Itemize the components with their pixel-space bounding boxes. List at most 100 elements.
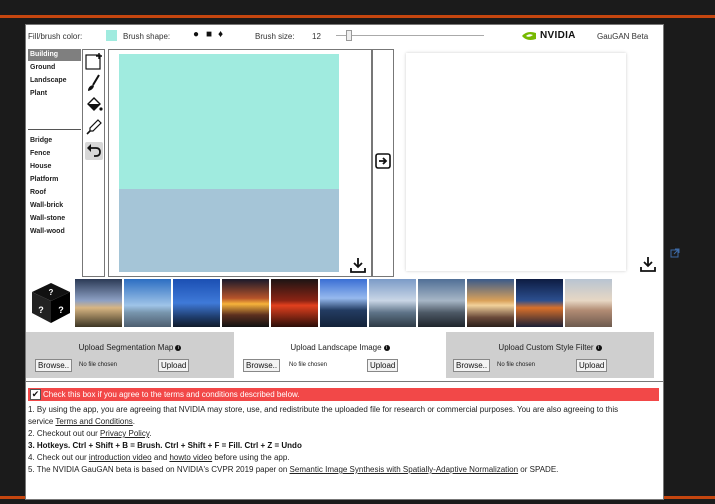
download-output-icon[interactable] (639, 255, 657, 273)
style-thumbnail[interactable] (124, 279, 171, 327)
brush-shape-square[interactable]: ■ (206, 30, 212, 40)
fill-color-label: Fill/brush color: (28, 32, 83, 41)
spade-paper-link[interactable]: Semantic Image Synthesis with Spatially-… (290, 465, 519, 474)
browse-landscape-button[interactable]: Browse.. (243, 359, 281, 372)
label-fence[interactable]: Fence (28, 148, 81, 160)
terms-line-3: 3. Hotkeys. Ctrl + Shift + B = Brush. Ct… (28, 441, 302, 450)
style-thumbnails: ? ? ? (26, 279, 663, 329)
upload-style-button[interactable]: Upload (576, 359, 608, 372)
agree-text: Check this box if you agree to the terms… (43, 390, 300, 399)
brush-size-slider-thumb[interactable] (346, 30, 352, 41)
label-wall-brick[interactable]: Wall-brick (28, 200, 81, 212)
terms-line-1b-end: . (132, 417, 136, 426)
terms-line-5: 5. The NVIDIA GauGAN beta is based on NV… (28, 465, 558, 474)
svg-text:?: ? (58, 305, 64, 315)
svg-text:?: ? (49, 288, 54, 297)
segmentation-canvas-panel (108, 49, 372, 277)
gaugan-app: Fill/brush color: Brush shape: ● ■ ♦ Bru… (25, 24, 664, 500)
terms-line-2: 2. Checkout out our Privacy Policy. (28, 429, 151, 438)
terms-section: ✔ Check this box if you agree to the ter… (26, 381, 663, 499)
label-platform[interactable]: Platform (28, 174, 81, 186)
terms-and-conditions-link[interactable]: Terms and Conditions (55, 417, 132, 426)
upload-segmentation-title: Upload Segmentation Map i (26, 343, 234, 352)
howto-video-link[interactable]: howto video (169, 453, 212, 462)
label-wall-wood[interactable]: Wall-wood (28, 226, 81, 238)
upload-style-title-text: Upload Custom Style Filter (498, 343, 594, 352)
label-wall-stone[interactable]: Wall-stone (28, 213, 81, 225)
style-thumbnail[interactable] (516, 279, 563, 327)
style-thumbnail[interactable] (271, 279, 318, 327)
style-thumbnail[interactable] (320, 279, 367, 327)
nvidia-eye-icon (522, 32, 536, 40)
nvidia-logo: NVIDIA (521, 30, 581, 42)
terms-line-5-text: 5. The NVIDIA GauGAN beta is based on NV… (28, 465, 290, 474)
terms-line-1b-text: service (28, 417, 56, 426)
browse-style-button[interactable]: Browse.. (453, 359, 491, 372)
privacy-policy-link[interactable]: Privacy Policy (100, 429, 149, 438)
undo-icon[interactable] (85, 142, 103, 160)
introduction-video-link[interactable]: introduction video (89, 453, 152, 462)
terms-line-4-text: 4. Check out our (28, 453, 89, 462)
external-link-icon[interactable] (670, 248, 680, 258)
label-roof[interactable]: Roof (28, 187, 81, 199)
style-thumbnail[interactable] (369, 279, 416, 327)
style-thumbnail[interactable] (173, 279, 220, 327)
agree-bar: ✔ Check this box if you agree to the ter… (28, 388, 659, 401)
terms-line-5-end: or SPADE. (518, 465, 559, 474)
render-column (372, 49, 394, 277)
terms-line-4: 4. Check out our introduction video and … (28, 453, 290, 462)
upload-segmentation-title-text: Upload Segmentation Map (78, 343, 174, 352)
info-icon: i (595, 344, 602, 351)
terms-line-4-mid: and (151, 453, 170, 462)
label-house[interactable]: House (28, 161, 81, 173)
label-landscape[interactable]: Landscape (28, 75, 81, 87)
brush-size-label: Brush size: (255, 32, 295, 41)
upload-style-title: Upload Custom Style Filter i (446, 343, 654, 352)
info-icon: i (175, 344, 182, 351)
brush-size-value: 12 (312, 32, 321, 41)
info-icon: i (383, 344, 390, 351)
brush-size-slider-track[interactable] (336, 35, 484, 36)
browse-segmentation-button[interactable]: Browse.. (35, 359, 73, 372)
style-thumbnail[interactable] (222, 279, 269, 327)
eyedropper-icon[interactable] (85, 118, 103, 136)
top-accent-bar (0, 15, 715, 18)
style-thumbnail[interactable] (75, 279, 122, 327)
render-arrow-icon[interactable] (375, 153, 391, 169)
style-thumbnail[interactable] (565, 279, 612, 327)
style-thumbnail[interactable] (418, 279, 465, 327)
brush-icon[interactable] (85, 74, 103, 92)
upload-landscape-section: Upload Landscape Image i Browse.. No file… (234, 332, 446, 378)
upload-landscape-title-text: Upload Landscape Image (290, 343, 382, 352)
download-segmentation-icon[interactable] (349, 256, 367, 274)
segmentation-canvas[interactable] (119, 54, 339, 272)
brush-shape-diamond[interactable]: ♦ (218, 30, 223, 40)
canvas-region-sky (119, 54, 339, 189)
output-panel (394, 49, 663, 277)
fill-bucket-icon[interactable] (85, 96, 103, 114)
label-ground[interactable]: Ground (28, 62, 81, 74)
brush-shape-circle[interactable]: ● (193, 30, 199, 40)
agree-checkbox[interactable]: ✔ (30, 389, 41, 400)
terms-line-4-end: before using the app. (212, 453, 290, 462)
tool-column (82, 49, 105, 277)
toolbar: Fill/brush color: Brush shape: ● ■ ♦ Bru… (26, 25, 663, 47)
semantic-label-list: Building Ground Landscape Plant Bridge F… (28, 49, 81, 277)
terms-line-1b: service Terms and Conditions. (28, 417, 135, 426)
nvidia-brand: NVIDIA (540, 30, 576, 41)
app-name: GauGAN Beta (597, 32, 649, 41)
label-divider (28, 129, 81, 130)
segmentation-file-status: No file chosen (79, 362, 118, 368)
terms-line-2-text: 2. Checkout out our (28, 429, 101, 438)
random-style-dice-icon[interactable]: ? ? ? (30, 281, 72, 325)
style-thumbnail[interactable] (467, 279, 514, 327)
canvas-region-ground (119, 189, 339, 272)
label-bridge[interactable]: Bridge (28, 135, 81, 147)
label-plant[interactable]: Plant (28, 88, 81, 100)
fill-color-swatch[interactable] (106, 30, 117, 41)
new-canvas-icon[interactable] (85, 52, 103, 70)
label-building[interactable]: Building (28, 49, 81, 61)
upload-segmentation-button[interactable]: Upload (158, 359, 190, 372)
upload-landscape-button[interactable]: Upload (367, 359, 399, 372)
upload-landscape-title: Upload Landscape Image i (234, 343, 446, 352)
